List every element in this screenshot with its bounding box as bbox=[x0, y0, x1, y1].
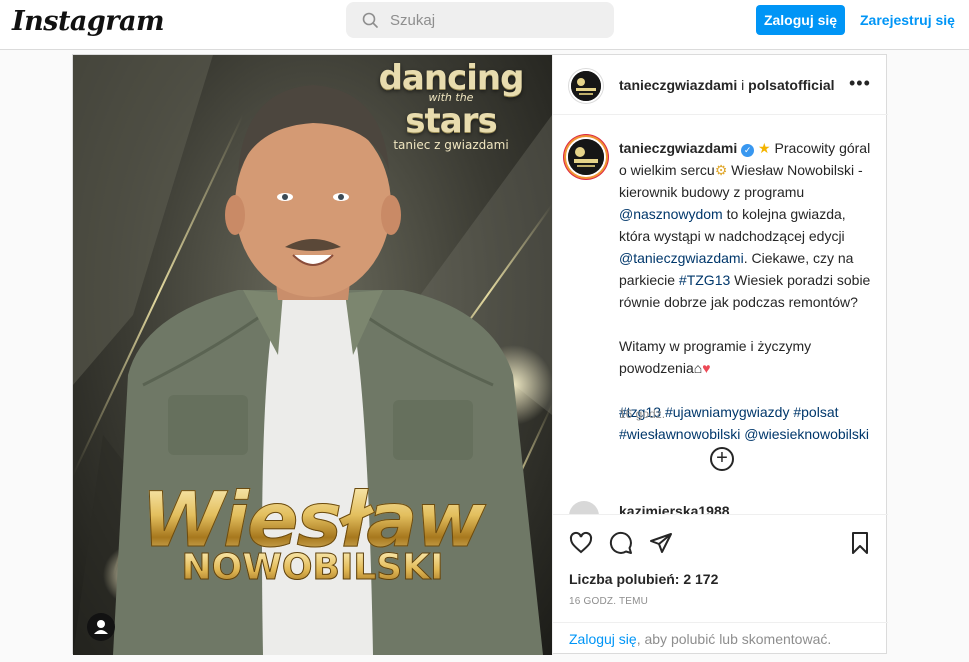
login-prompt: Zaloguj się, aby polubić lub skomentować… bbox=[553, 622, 888, 662]
house-emoji-icon: ⌂ bbox=[693, 360, 703, 376]
hashtag-wieslawnowobilski[interactable]: #wiesławnowobilski bbox=[619, 426, 740, 442]
show-logo-dancing: dancing bbox=[378, 58, 525, 98]
dancing-with-the-stars-avatar-icon bbox=[568, 139, 604, 175]
login-prompt-link[interactable]: Zaloguj się bbox=[569, 631, 637, 647]
coauthor-username[interactable]: polsatofficial bbox=[748, 77, 834, 93]
caption-text-6: Witamy w programie i życzymy powodzenia bbox=[619, 338, 812, 376]
comment-icon[interactable] bbox=[609, 531, 633, 555]
caption-username[interactable]: tanieczgwiazdami bbox=[619, 140, 737, 156]
post-caption: tanieczgwiazdami ✓ ★ Pracowity góral o w… bbox=[619, 137, 877, 445]
bookmark-icon[interactable] bbox=[848, 531, 872, 555]
caption-timestamp[interactable]: 16 godz. bbox=[619, 407, 665, 421]
hashtag-polsat[interactable]: #polsat bbox=[793, 404, 838, 420]
show-logo: dancing with the stars taniec z gwiazdam… bbox=[356, 58, 546, 152]
post-header: tanieczgwiazdami i polsatofficial ••• bbox=[553, 55, 888, 115]
post-authors: tanieczgwiazdami i polsatofficial bbox=[619, 77, 835, 93]
search-box[interactable] bbox=[346, 2, 614, 38]
post-actions-bar bbox=[553, 514, 888, 569]
login-button[interactable]: Zaloguj się bbox=[756, 5, 845, 35]
author-username[interactable]: tanieczgwiazdami bbox=[619, 77, 737, 93]
instagram-logo[interactable]: Instagram bbox=[12, 6, 165, 37]
post-image[interactable]: dancing with the stars taniec z gwiazdam… bbox=[73, 55, 552, 655]
share-icon[interactable] bbox=[649, 531, 673, 555]
dancing-with-the-stars-avatar-icon bbox=[571, 71, 601, 101]
top-navbar: Instagram Zaloguj się Zarejestruj się bbox=[0, 0, 969, 50]
mention-tanieczgwiazdami[interactable]: @tanieczgwiazdami bbox=[619, 250, 744, 266]
post-card: dancing with the stars taniec z gwiazdam… bbox=[72, 54, 888, 655]
heart-emoji-icon: ♥ bbox=[702, 360, 711, 376]
show-logo-stars: stars bbox=[405, 101, 497, 141]
search-input[interactable] bbox=[390, 11, 590, 29]
commenter-avatar[interactable] bbox=[569, 501, 599, 515]
tagged-users-button[interactable] bbox=[87, 613, 115, 641]
caption-author-avatar[interactable] bbox=[566, 137, 606, 177]
show-logo-subtitle: taniec z gwiazdami bbox=[393, 138, 509, 152]
heart-icon[interactable] bbox=[569, 531, 593, 555]
verified-badge-icon: ✓ bbox=[741, 144, 755, 157]
hashtag-tzg13-upper[interactable]: #TZG13 bbox=[679, 272, 730, 288]
post-time-ago[interactable]: 16 GODZ. TEMU bbox=[569, 596, 648, 607]
plus-circle-icon: + bbox=[716, 447, 728, 469]
authors-separator: i bbox=[741, 77, 745, 93]
more-dots-icon: ••• bbox=[849, 73, 871, 93]
star-emoji-icon: ★ bbox=[758, 140, 771, 156]
mention-nasznowydom[interactable]: @nasznowydom bbox=[619, 206, 723, 222]
search-icon bbox=[362, 12, 378, 28]
more-options-button[interactable]: ••• bbox=[849, 73, 871, 94]
hashtag-ujawniamygwiazdy[interactable]: #ujawniamygwiazdy bbox=[665, 404, 790, 420]
comment-item: kazimierska1988 bbox=[569, 501, 879, 515]
worker-emoji-icon: ⚙ bbox=[714, 162, 728, 178]
post-side-panel: tanieczgwiazdami i polsatofficial ••• ta… bbox=[552, 55, 888, 655]
author-avatar[interactable] bbox=[569, 69, 603, 103]
mention-wiesieknowobilski[interactable]: @wiesieknowobilski bbox=[744, 426, 869, 442]
register-link[interactable]: Zarejestruj się bbox=[860, 12, 955, 28]
likes-count[interactable]: Liczba polubień: 2 172 bbox=[569, 571, 718, 587]
celebrity-last-name: NOWOBILSKI bbox=[73, 547, 552, 589]
user-icon bbox=[94, 620, 108, 634]
login-prompt-text: , aby polubić lub skomentować. bbox=[636, 631, 832, 647]
load-more-comments-button[interactable]: + bbox=[710, 447, 734, 471]
